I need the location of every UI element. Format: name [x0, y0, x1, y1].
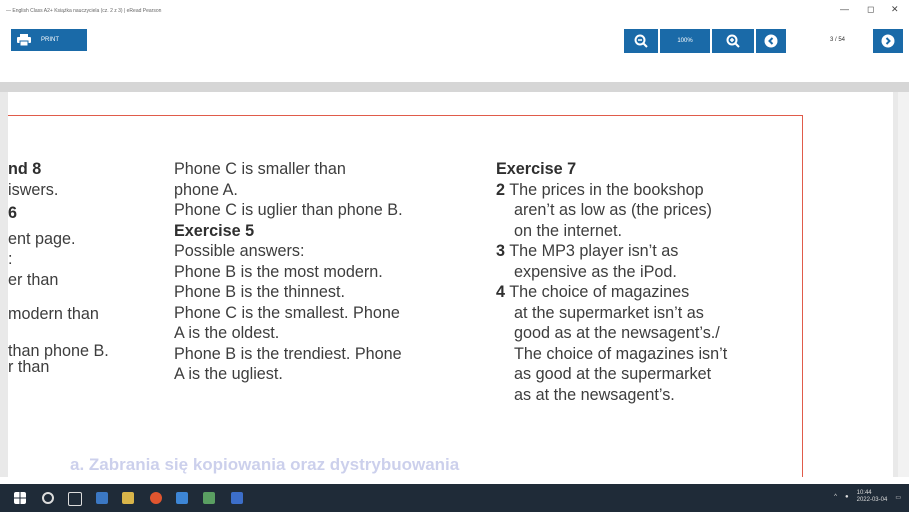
page-indicator: 3 / 54: [830, 37, 846, 43]
print-label: PRINT: [41, 37, 59, 43]
text-line: Possible answers:: [174, 242, 305, 260]
item-number: 4: [496, 283, 506, 301]
text-line: Phone C is uglier than phone B.: [174, 201, 403, 219]
next-page-button[interactable]: [873, 29, 903, 53]
text-line: 6: [8, 204, 18, 222]
previous-page-button[interactable]: [756, 29, 786, 53]
vertical-scrollbar[interactable]: [898, 92, 909, 477]
text-line: The choice of magazines isn’t: [514, 344, 728, 363]
zoom-in-icon: [726, 34, 740, 48]
text-line: Phone B is the trendiest. Phone: [174, 344, 402, 363]
clock-date: 2022-03-04: [856, 497, 888, 503]
dropbox-icon[interactable]: [176, 492, 188, 504]
chevron-right-icon: [881, 34, 895, 48]
text-line: aren’t as low as (the prices): [514, 201, 712, 219]
eread-app-icon[interactable]: [231, 492, 243, 504]
column-right: Exercise 7 2 The prices in the bookshop …: [496, 159, 727, 405]
item-number: 2: [496, 180, 506, 199]
printer-icon: [17, 34, 31, 46]
chevron-up-icon[interactable]: ^: [834, 494, 837, 500]
text-line: [8, 325, 109, 341]
text-line: as good at the supermarket: [514, 365, 712, 383]
windows-start-icon[interactable]: [14, 492, 26, 504]
zoom-out-button[interactable]: [624, 29, 658, 53]
text-line: ent page.: [8, 229, 76, 248]
text-line: on the internet.: [514, 221, 622, 240]
text-line: Phone B is the thinnest.: [174, 283, 345, 301]
text-line: Phone B is the most modern.: [174, 262, 383, 281]
text-line: A is the oldest.: [174, 324, 280, 342]
column-left: nd 8 iswers. 6 ent page. : er than moder…: [8, 159, 109, 378]
app-icon[interactable]: [203, 492, 215, 504]
file-explorer-icon[interactable]: [122, 492, 134, 504]
text-line: phone A.: [174, 180, 238, 199]
text-line: [8, 290, 109, 304]
exercise-heading: Exercise 7: [496, 160, 577, 178]
copyright-watermark: a. Zabrania się kopiowania oraz dystrybu…: [70, 455, 460, 474]
text-line: The choice of magazines: [509, 283, 690, 301]
text-line: A is the ugliest.: [174, 365, 283, 383]
zoom-level: 100%: [677, 38, 693, 44]
text-line: iswers.: [8, 180, 59, 199]
close-button[interactable]: ✕: [891, 4, 899, 15]
window-title: — English Class A2+ Książka nauczyciela …: [6, 8, 162, 14]
text-line: modern than: [8, 305, 99, 323]
exercise-heading: Exercise 5: [174, 221, 255, 240]
document-page[interactable]: nd 8 iswers. 6 ent page. : er than moder…: [8, 92, 893, 477]
answer-item: 2 The prices in the bookshop: [496, 180, 727, 201]
text-line: expensive as the iPod.: [514, 262, 677, 281]
answer-item: 4 The choice of magazines: [496, 282, 727, 303]
network-icon[interactable]: ●: [845, 494, 849, 500]
column-middle: Phone C is smaller than phone A. Phone C…: [174, 159, 403, 385]
chevron-left-icon: [764, 34, 778, 48]
text-line: Phone C is the smallest. Phone: [174, 303, 400, 322]
text-line: :: [8, 250, 13, 268]
maximize-button[interactable]: ◻: [867, 4, 874, 15]
clock[interactable]: 10:44 2022-03-04: [857, 490, 888, 504]
zoom-in-button[interactable]: [712, 29, 754, 53]
item-number: 3: [496, 242, 506, 260]
answer-item: 3 The MP3 player isn’t as: [496, 241, 727, 262]
text-line: Phone C is smaller than: [174, 160, 346, 178]
text-line: The prices in the bookshop: [509, 180, 704, 199]
system-tray: ^ ● 10:44 2022-03-04 ▭: [834, 490, 901, 504]
zoom-level-button[interactable]: 100%: [660, 29, 710, 53]
notification-icon[interactable]: ▭: [895, 494, 901, 501]
clock-time: 10:44: [856, 490, 872, 496]
text-line: at the supermarket isn’t as: [514, 303, 704, 322]
browser-icon[interactable]: [150, 492, 162, 504]
store-icon[interactable]: [96, 492, 108, 504]
viewport-edge: [0, 82, 909, 92]
search-icon[interactable]: [42, 492, 54, 504]
title-bar: — English Class A2+ Książka nauczyciela …: [0, 0, 909, 22]
text-line: er than: [8, 270, 59, 289]
text-line: The MP3 player isn’t as: [509, 242, 679, 260]
task-view-icon[interactable]: [68, 492, 82, 506]
minimize-button[interactable]: —: [840, 4, 849, 14]
taskbar: ^ ● 10:44 2022-03-04 ▭: [0, 484, 909, 512]
print-button[interactable]: PRINT: [11, 29, 87, 51]
text-line: as at the newsagent’s.: [514, 385, 675, 404]
text-line: good as at the newsagent’s./: [514, 324, 720, 342]
text-line: nd 8: [8, 160, 42, 178]
zoom-out-icon: [634, 34, 648, 48]
